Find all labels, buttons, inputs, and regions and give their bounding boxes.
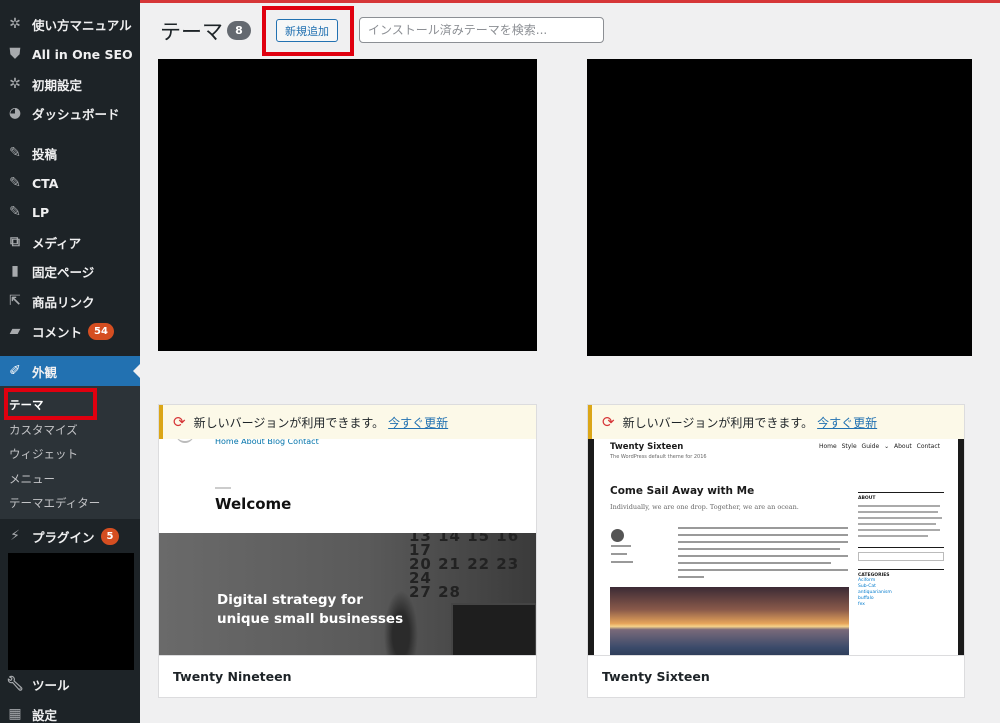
calendar-row: 27 28 xyxy=(409,583,461,601)
sidebar-item-seo[interactable]: ⛊ All in One SEO xyxy=(0,41,140,67)
theme-card-redacted[interactable] xyxy=(587,59,972,356)
sidebar-item-pages[interactable]: ▮ 固定ページ xyxy=(0,258,140,284)
preview-sidebar: ABOUT CATEGORIES Aciform Sub-Cat antiqua… xyxy=(858,489,944,654)
preview-tagline: The WordPress default theme for 2016 xyxy=(610,454,707,460)
sidebar-item-label: メディア xyxy=(32,235,82,251)
refresh-icon: ⟳ xyxy=(602,413,615,431)
preview-page: Twenty Sixteen The WordPress default the… xyxy=(594,439,958,657)
sidebar-item-label: 外観 xyxy=(32,364,58,380)
monitor-image xyxy=(451,603,536,657)
sidebar-item-comments[interactable]: ▰ コメント 54 xyxy=(0,318,140,344)
brush-icon: ✐ xyxy=(9,363,21,379)
preview-post-title: Come Sail Away with Me xyxy=(610,485,755,497)
theme-card-twenty-nineteen[interactable]: Home About Blog Contact Welcome 13 14 15… xyxy=(158,404,537,698)
redacted-block xyxy=(8,553,134,670)
plugin-icon: ⚡ xyxy=(10,528,20,544)
theme-screenshot: Twenty Sixteen The WordPress default the… xyxy=(588,439,964,657)
page-icon: ▮ xyxy=(11,263,19,279)
sidebar-item-label: 固定ページ xyxy=(32,264,95,280)
page-title: テーマ xyxy=(160,20,223,44)
submenu-customize[interactable]: カスタマイズ xyxy=(9,422,78,438)
calendar-image: 13 14 15 16 17 20 21 22 23 24 27 28 xyxy=(409,533,536,600)
refresh-icon: ⟳ xyxy=(173,413,186,431)
avatar xyxy=(611,529,624,542)
post-meta xyxy=(611,545,647,571)
sidebar-item-label: 商品リンク xyxy=(32,294,95,310)
sidebar-item-label: CTA xyxy=(32,175,59,191)
sidebar-item-posts[interactable]: ✎ 投稿 xyxy=(0,140,140,166)
theme-card-redacted[interactable] xyxy=(158,59,537,351)
submenu-theme-editor[interactable]: テーマエディター xyxy=(9,495,100,511)
sunset-image xyxy=(610,587,849,657)
preview-search-box xyxy=(858,552,944,561)
settings-icon: ▦ xyxy=(8,706,22,722)
sidebar-item-label: 投稿 xyxy=(32,146,58,162)
sidebar-item-media[interactable]: ⧉ メディア xyxy=(0,229,140,255)
gear-icon: ✲ xyxy=(9,76,21,92)
comment-icon: ▰ xyxy=(9,323,21,339)
update-notice: ⟳ 新しいバージョンが利用できます。 今すぐ更新 xyxy=(159,405,536,439)
search-input[interactable] xyxy=(359,17,604,43)
sidebar-item-label: 初期設定 xyxy=(32,77,83,93)
preview-site-title: Twenty Sixteen xyxy=(610,442,684,452)
divider xyxy=(215,487,231,489)
post-body-text xyxy=(678,527,848,581)
update-now-link[interactable]: 今すぐ更新 xyxy=(388,414,448,431)
calendar-row: 13 14 15 16 17 xyxy=(409,533,520,559)
sidebar-item-appearance[interactable]: ✐ 外観 xyxy=(0,358,140,384)
sidebar-item-label: コメント xyxy=(32,324,83,340)
sidebar-item-label: ダッシュボード xyxy=(32,106,120,122)
top-accent-line xyxy=(140,0,1000,3)
highlight-box-add-new xyxy=(262,6,354,56)
submenu-widgets[interactable]: ウィジェット xyxy=(9,446,78,462)
pin-icon: ✎ xyxy=(9,204,21,220)
sidebar-item-label: プラグイン xyxy=(32,529,95,545)
sidebar-item-label: 使い方マニュアル xyxy=(32,17,132,33)
update-now-link[interactable]: 今すぐ更新 xyxy=(817,414,877,431)
sidebar-item-plugins[interactable]: ⚡ プラグイン 5 xyxy=(0,523,140,549)
sidebar-item-tools[interactable]: 🔧︎ ツール xyxy=(0,671,140,697)
pin-icon: ✎ xyxy=(9,175,21,191)
calendar-row: 20 21 22 23 24 xyxy=(409,555,520,587)
sidebar-item-product-links[interactable]: ⇱ 商品リンク xyxy=(0,288,140,314)
update-text: 新しいバージョンが利用できます。 xyxy=(193,415,385,430)
preview-welcome: Welcome xyxy=(215,495,292,513)
pin-icon: ✎ xyxy=(9,145,21,161)
update-text: 新しいバージョンが利用できます。 xyxy=(622,415,814,430)
sidebar-item-manual[interactable]: ✲ 使い方マニュアル xyxy=(0,11,140,37)
dashboard-icon: ◕ xyxy=(8,105,22,121)
sidebar-item-cta[interactable]: ✎ CTA xyxy=(0,170,140,196)
media-icon: ⧉ xyxy=(10,234,20,250)
wrench-icon: 🔧︎ xyxy=(6,676,24,692)
sidebar-item-label: ツール xyxy=(32,677,70,693)
theme-count-badge: 8 xyxy=(227,21,251,40)
theme-name: Twenty Nineteen xyxy=(159,655,536,697)
sidebar-item-initial-settings[interactable]: ✲ 初期設定 xyxy=(0,71,140,97)
update-notice: ⟳ 新しいバージョンが利用できます。 今すぐ更新 xyxy=(588,405,964,439)
shield-icon: ⛊ xyxy=(9,46,21,62)
comment-count-badge: 54 xyxy=(88,322,114,340)
theme-card-twenty-sixteen[interactable]: Twenty Sixteen The WordPress default the… xyxy=(587,404,965,698)
highlight-box-themes xyxy=(4,388,97,420)
submenu-menus[interactable]: メニュー xyxy=(9,471,55,487)
preview-excerpt: Individually, we are one drop. Together,… xyxy=(610,503,799,511)
plugin-count-badge: 5 xyxy=(100,527,120,545)
admin-sidebar: ✲ 使い方マニュアル ⛊ All in One SEO ✲ 初期設定 ◕ ダッシ… xyxy=(0,0,140,723)
sidebar-item-label: All in One SEO xyxy=(32,46,133,62)
link-icon: ⇱ xyxy=(9,293,21,309)
gear-icon: ✲ xyxy=(9,16,21,32)
sidebar-item-label: 設定 xyxy=(32,707,58,723)
sidebar-item-label: LP xyxy=(32,204,50,220)
sidebar-item-lp[interactable]: ✎ LP xyxy=(0,199,140,225)
sidebar-item-dashboard[interactable]: ◕ ダッシュボード xyxy=(0,100,140,126)
theme-name: Twenty Sixteen xyxy=(588,655,964,697)
preview-headline: Digital strategy for unique small busine… xyxy=(217,592,404,627)
sidebar-item-settings[interactable]: ▦ 設定 xyxy=(0,701,140,723)
preview-nav: Home Style Guide ⌄ About Contact xyxy=(818,443,940,450)
